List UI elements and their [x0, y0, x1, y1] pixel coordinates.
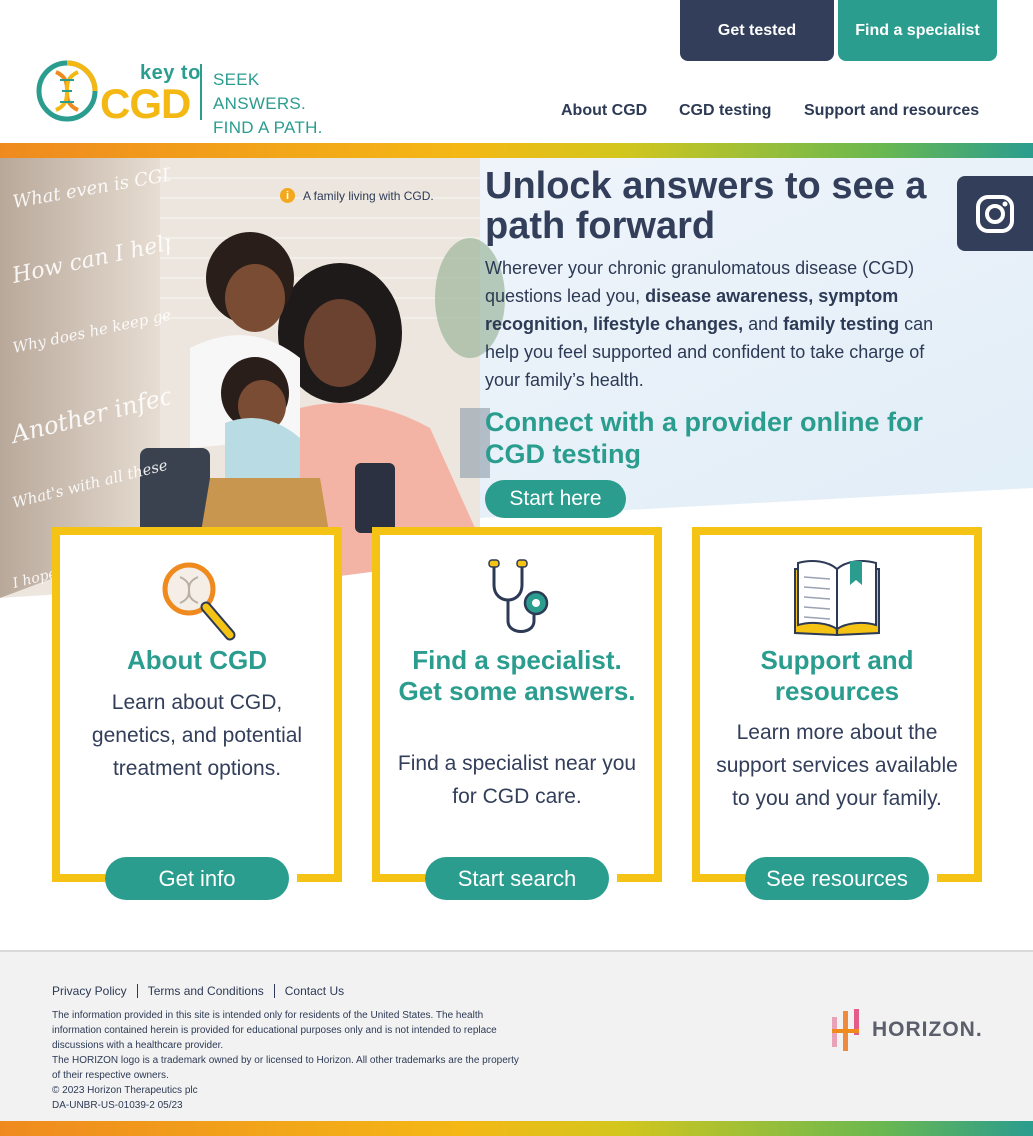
wall-text-5: What's with all these doctors? — [11, 439, 170, 512]
wall-text-1: What even is CGD? — [11, 162, 170, 213]
footer-links: Privacy Policy Terms and Conditions Cont… — [52, 984, 354, 998]
about-cgd-card: About CGD Learn about CGD, genetics, and… — [52, 527, 342, 882]
horizon-mark-icon — [832, 1009, 859, 1051]
copyright: © 2023 Horizon Therapeutics plc — [52, 1085, 198, 1096]
info-icon: i — [280, 188, 295, 203]
site-footer: Privacy Policy Terms and Conditions Cont… — [0, 950, 1033, 1121]
find-specialist-text: Find a specialist near you for CGD care. — [397, 752, 637, 808]
get-tested-button[interactable]: Get tested — [680, 0, 834, 61]
key-to-cgd-logo[interactable]: key to CGD SEEK ANSWERS. FIND A PATH. — [36, 60, 356, 137]
find-specialist-card: Find a specialist. Get some answers. Fin… — [372, 527, 662, 882]
see-resources-button[interactable]: See resources — [745, 857, 929, 900]
hero-body-text-2: and — [743, 314, 784, 334]
tagline-line-2: FIND A PATH. — [213, 118, 323, 137]
support-resources-title: Support and resources — [760, 645, 914, 706]
logo-divider — [200, 64, 202, 120]
find-specialist-title: Find a specialist. Get some answers. — [398, 645, 636, 706]
horizon-logo[interactable]: HORIZON. — [830, 1007, 990, 1053]
find-specialist-button[interactable]: Find a specialist — [838, 0, 997, 61]
stethoscope-icon — [488, 559, 549, 633]
start-here-button[interactable]: Start here — [485, 480, 626, 518]
open-book-icon — [794, 560, 880, 637]
disclaimer-2: The HORIZON logo is a trademark owned by… — [52, 1055, 519, 1081]
photo-caption-text: A family living with CGD. — [303, 188, 434, 203]
support-resources-text: Learn more about the support services av… — [716, 721, 958, 810]
document-code: DA-UNBR-US-01039-2 05/23 — [52, 1100, 183, 1111]
photo-caption: i A family living with CGD. — [280, 188, 434, 203]
hero-title: Unlock answers to see a path forward — [485, 165, 927, 247]
wall-text-3: Why does he keep getting sick? — [11, 289, 170, 357]
site-header: key to CGD SEEK ANSWERS. FIND A PATH. Ge… — [0, 0, 1033, 143]
instagram-button[interactable] — [957, 176, 1033, 251]
get-info-button[interactable]: Get info — [105, 857, 289, 900]
wall-text-4: Another infection? — [7, 367, 170, 449]
tagline-line-1: SEEK ANSWERS. — [213, 70, 307, 113]
dna-circle-logo-icon — [36, 60, 98, 122]
start-search-button[interactable]: Start search — [425, 857, 609, 900]
magnifier-dna-icon — [162, 562, 236, 641]
hero-subtitle: Connect with a provider online for CGD t… — [485, 407, 924, 469]
logo-tagline: SEEK ANSWERS. FIND A PATH. — [213, 68, 356, 140]
horizon-wordmark: HORIZON. — [872, 1018, 983, 1041]
support-resources-card: Support and resources Learn more about t… — [692, 527, 982, 882]
gradient-divider-bottom — [0, 1121, 1033, 1136]
nav-support-resources[interactable]: Support and resources — [804, 102, 979, 122]
gradient-divider-top — [0, 143, 1033, 158]
about-cgd-title: About CGD — [126, 645, 268, 675]
wall-text-2: How can I help him? — [9, 217, 170, 289]
logo-cgd: CGD — [100, 80, 191, 127]
about-cgd-text: Learn about CGD, genetics, and potential… — [91, 691, 303, 780]
nav-cgd-testing[interactable]: CGD testing — [679, 102, 771, 122]
disclaimer-1: The information provided in this site is… — [52, 1010, 497, 1051]
contact-us-link[interactable]: Contact Us — [275, 984, 354, 998]
instagram-icon — [976, 194, 1014, 233]
privacy-policy-link[interactable]: Privacy Policy — [52, 984, 138, 998]
hero-body-bold-2: family testing — [783, 314, 900, 334]
nav-about-cgd[interactable]: About CGD — [561, 102, 647, 122]
terms-link[interactable]: Terms and Conditions — [138, 984, 275, 998]
hero-body: Wherever your chronic granulomatous dise… — [485, 254, 935, 394]
footer-disclaimer: The information provided in this site is… — [52, 1008, 522, 1113]
